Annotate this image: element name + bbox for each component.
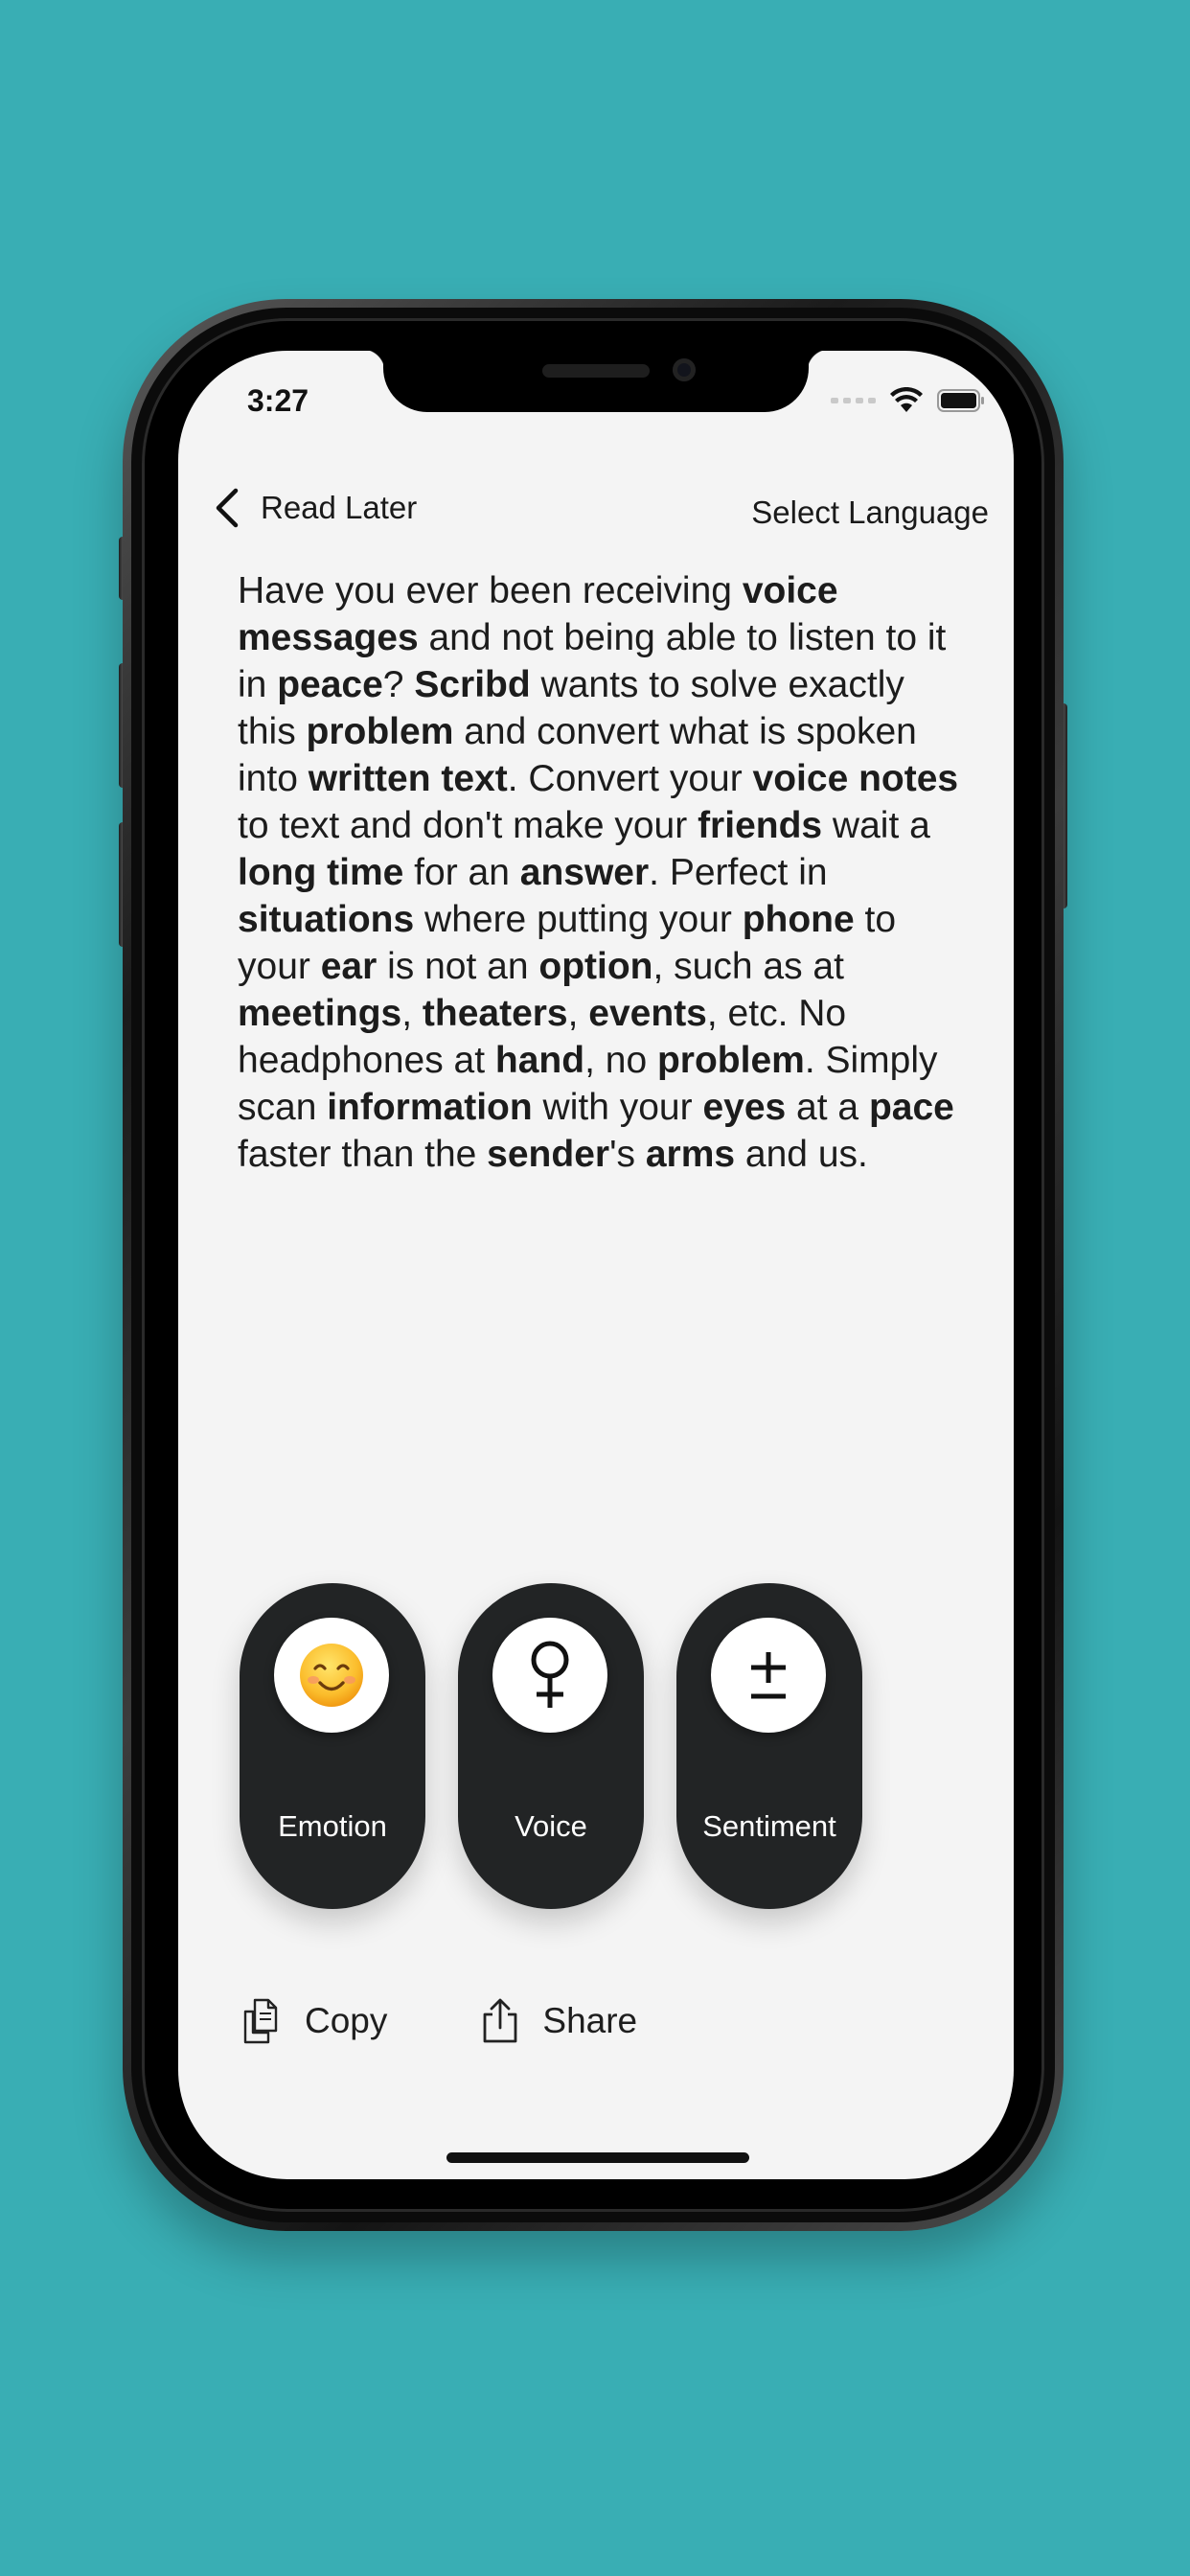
transcript-keyword: information bbox=[327, 1087, 533, 1128]
sentiment-label: Sentiment bbox=[702, 1809, 836, 1843]
transcript-segment: is not an bbox=[377, 946, 539, 987]
share-button[interactable]: Share bbox=[479, 1997, 637, 2045]
transcript-keyword: voice notes bbox=[752, 758, 959, 799]
voice-icon-circle bbox=[492, 1618, 607, 1733]
phone-screen: 3:27 Read Later Select Language Have you… bbox=[178, 351, 1014, 2179]
copy-icon bbox=[243, 1998, 278, 2044]
emotion-icon-circle bbox=[274, 1618, 389, 1733]
copy-button[interactable]: Copy bbox=[241, 1998, 387, 2044]
transcript-segment: faster than the bbox=[238, 1134, 488, 1175]
transcript-segment: 's bbox=[609, 1134, 646, 1175]
transcript-keyword: events bbox=[588, 993, 707, 1034]
share-icon bbox=[483, 1998, 517, 2043]
transcript-segment: , bbox=[401, 993, 423, 1034]
transcript-keyword: pace bbox=[868, 1087, 954, 1128]
cellular-signal-icon bbox=[831, 398, 876, 403]
transcript-keyword: option bbox=[538, 946, 653, 987]
transcript-keyword: arms bbox=[645, 1134, 736, 1175]
transcript-text: Have you ever been receiving voice messa… bbox=[238, 567, 966, 1178]
transcript-segment: , no bbox=[584, 1040, 657, 1081]
transcript-keyword: written text bbox=[308, 758, 508, 799]
transcript-segment: with your bbox=[532, 1087, 703, 1128]
action-bar: Copy Share bbox=[241, 1997, 729, 2045]
transcript-segment: Have you ever been receiving bbox=[238, 570, 743, 611]
transcript-keyword: theaters bbox=[422, 993, 568, 1034]
home-indicator bbox=[446, 2152, 749, 2163]
transcript-keyword: eyes bbox=[702, 1087, 787, 1128]
transcript-segment: . Convert your bbox=[507, 758, 753, 799]
transcript-segment: ? bbox=[382, 664, 415, 705]
transcript-segment: at a bbox=[786, 1087, 869, 1128]
transcript-keyword: meetings bbox=[238, 993, 402, 1034]
transcript-keyword: long time bbox=[238, 852, 404, 893]
female-sign-icon bbox=[531, 1641, 569, 1708]
transcript-keyword: friends bbox=[698, 805, 823, 846]
plus-minus-icon bbox=[751, 1652, 786, 1699]
earpiece-speaker bbox=[542, 364, 650, 378]
transcript-segment: for an bbox=[403, 852, 520, 893]
voice-label: Voice bbox=[515, 1809, 587, 1843]
front-camera bbox=[673, 358, 696, 381]
back-button[interactable]: Read Later bbox=[211, 485, 417, 531]
transcript-keyword: ear bbox=[320, 946, 378, 987]
navigation-bar: Read Later Select Language bbox=[178, 475, 1014, 552]
transcript-keyword: phone bbox=[742, 899, 855, 940]
notch bbox=[362, 351, 830, 412]
select-language-button[interactable]: Select Language bbox=[751, 494, 989, 531]
share-label: Share bbox=[542, 2001, 638, 2040]
transcript-segment: and us. bbox=[735, 1134, 868, 1175]
transcript-keyword: sender bbox=[487, 1134, 610, 1175]
transcript-segment: , such as at bbox=[652, 946, 844, 987]
chevron-left-icon bbox=[216, 488, 239, 528]
transcript-keyword: problem bbox=[306, 711, 454, 752]
transcript-keyword: hand bbox=[494, 1040, 585, 1081]
transcript-segment: wait a bbox=[822, 805, 930, 846]
sentiment-button[interactable]: Sentiment bbox=[676, 1583, 862, 1909]
status-icons bbox=[831, 387, 985, 414]
transcript-keyword: peace bbox=[277, 664, 383, 705]
feature-buttons: Emotion Voice Sentiment bbox=[240, 1583, 862, 1909]
transcript-keyword: problem bbox=[656, 1040, 805, 1081]
battery-icon bbox=[937, 389, 984, 412]
sentiment-icon-circle bbox=[711, 1618, 826, 1733]
transcript-keyword: situations bbox=[238, 899, 415, 940]
transcript-keyword: Scribd bbox=[414, 664, 531, 705]
transcript-keyword: answer bbox=[519, 852, 650, 893]
back-label: Read Later bbox=[261, 490, 418, 525]
transcript-segment: , bbox=[567, 993, 589, 1034]
copy-label: Copy bbox=[305, 2001, 388, 2040]
transcript-segment: to text and don't make your bbox=[238, 805, 698, 846]
smiling-face-icon bbox=[300, 1644, 363, 1707]
emotion-label: Emotion bbox=[278, 1809, 387, 1843]
status-time: 3:27 bbox=[247, 383, 309, 418]
transcript-segment: . Perfect in bbox=[649, 852, 828, 893]
emotion-button[interactable]: Emotion bbox=[240, 1583, 425, 1909]
transcript-segment: where putting your bbox=[414, 899, 743, 940]
voice-button[interactable]: Voice bbox=[458, 1583, 644, 1909]
wifi-icon bbox=[890, 387, 923, 412]
